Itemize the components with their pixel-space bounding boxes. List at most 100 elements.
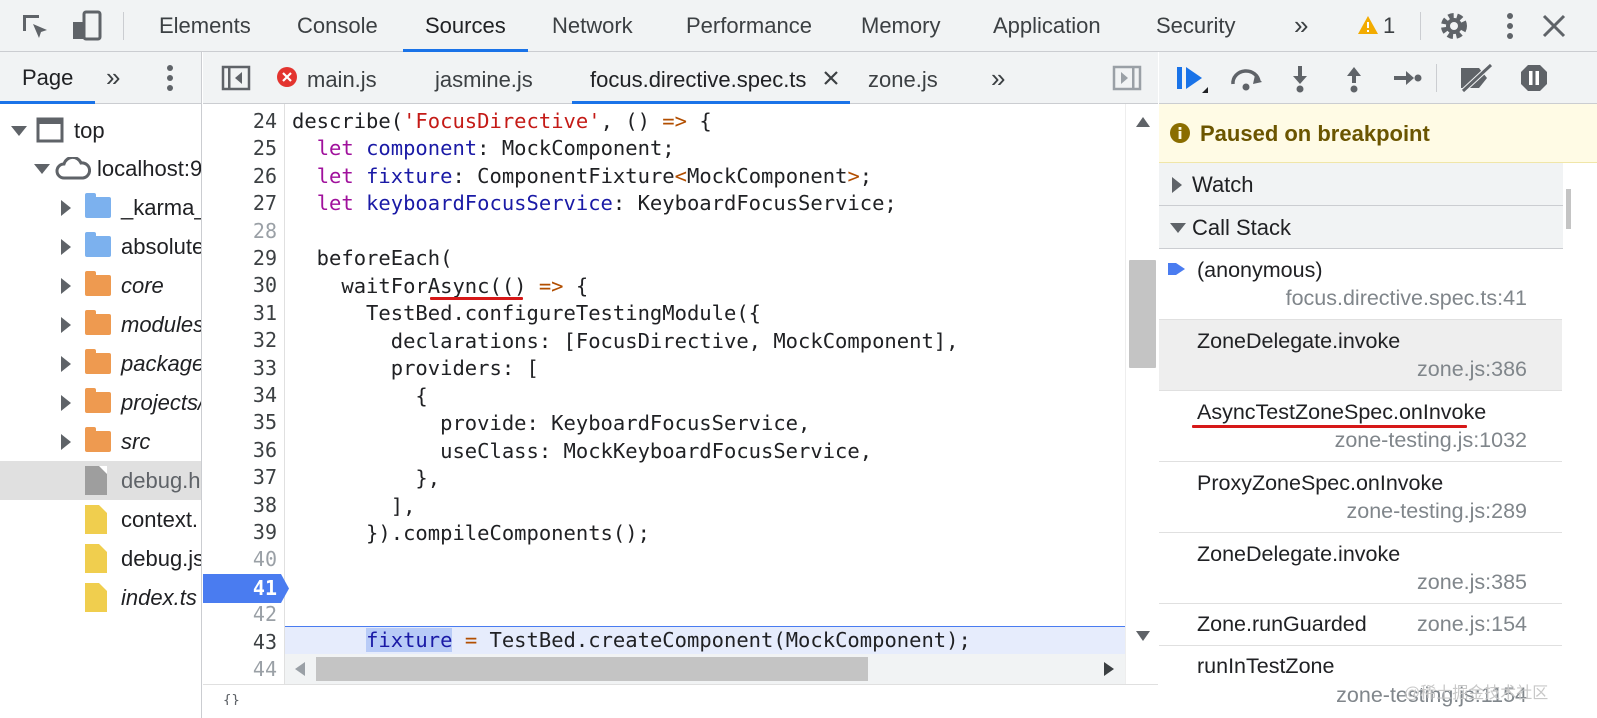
file-tab-zone-js[interactable]: zone.js [868,52,938,104]
call-frame[interactable]: ZoneDelegate.invoke zone.js:385 [1159,533,1562,604]
tree-item-file[interactable]: debug.js [0,539,201,578]
step-icon[interactable] [1392,68,1422,88]
vertical-scroll-thumb[interactable] [1129,260,1156,368]
call-frame[interactable]: ProxyZoneSpec.onInvoke zone-testing.js:2… [1159,462,1562,533]
tab-performance[interactable]: Performance [686,0,812,52]
tab-page[interactable]: Page [0,52,96,104]
line-number[interactable]: 33 [203,355,277,382]
debugger-scrollbar[interactable] [1563,163,1597,718]
tree-item-folder[interactable]: modules [0,305,201,344]
tree-item-folder[interactable]: core [0,266,201,305]
line-number[interactable]: 44 [203,656,277,683]
tab-memory[interactable]: Memory [861,0,940,52]
debugger-scroll-thumb[interactable] [1566,189,1571,229]
tree-item-file[interactable]: index.ts [0,578,201,617]
navigator-more-button[interactable]: » [106,52,120,104]
line-number[interactable]: 34 [203,382,277,409]
line-number[interactable]: 25 [203,135,277,162]
line-number[interactable]: 39 [203,519,277,546]
tree-item-folder[interactable]: projects/ [0,383,201,422]
tab-network[interactable]: Network [552,0,633,52]
collapsed-triangle-icon[interactable] [61,356,71,372]
toggle-navigator-icon[interactable] [221,65,251,91]
line-number[interactable]: 32 [203,327,277,354]
scroll-down-icon[interactable] [1135,630,1151,642]
call-frame[interactable]: Zone.runGuarded zone.js:154 [1159,604,1562,646]
line-number[interactable]: 27 [203,190,277,217]
pause-on-exceptions-icon[interactable] [1519,63,1549,93]
call-frame[interactable]: AsyncTestZoneSpec.onInvoke zone-testing.… [1159,391,1562,462]
horizontal-scroll-thumb[interactable] [316,657,868,681]
tree-item-file-selected[interactable]: debug.h [0,461,201,500]
step-over-icon[interactable] [1228,66,1264,92]
tab-application[interactable]: Application [993,0,1101,52]
scroll-right-icon[interactable] [1103,661,1115,677]
line-number[interactable]: 26 [203,163,277,190]
expanded-triangle-icon[interactable] [34,164,50,174]
collapsed-triangle-icon[interactable] [61,434,71,450]
close-tab-icon[interactable] [823,70,839,86]
toggle-debugger-icon[interactable] [1112,65,1142,91]
scroll-left-icon[interactable] [294,661,306,677]
line-number[interactable]: 37 [203,464,277,491]
watch-section-header[interactable]: Watch [1159,163,1597,206]
call-frame[interactable]: ZoneDelegate.invoke zone.js:386 [1159,320,1562,391]
code-area[interactable]: describe('FocusDirective', () => { let c… [285,104,1125,684]
line-number[interactable]: 38 [203,492,277,519]
inspect-element-icon[interactable] [20,12,50,42]
resume-icon[interactable] [1175,64,1211,98]
navigator-menu-icon[interactable] [160,62,180,94]
collapsed-triangle-icon[interactable] [61,278,71,294]
line-number[interactable]: 24 [203,108,277,135]
vertical-scrollbar[interactable] [1125,104,1158,684]
line-number[interactable]: 36 [203,437,277,464]
collapsed-triangle-icon[interactable] [1172,177,1182,193]
call-frame-current[interactable]: (anonymous) focus.directive.spec.ts:41 [1159,249,1562,320]
expanded-triangle-icon[interactable] [1170,223,1186,233]
tab-security[interactable]: Security [1156,0,1235,52]
scroll-up-icon[interactable] [1135,116,1151,128]
line-number[interactable]: 40 [203,546,277,573]
tree-item-label: _karma_ [121,195,202,220]
tree-item-folder[interactable]: src [0,422,201,461]
pretty-print-icon[interactable]: {} [223,693,247,705]
collapsed-triangle-icon[interactable] [61,395,71,411]
warning-count[interactable]: 1 [1383,0,1395,52]
file-tab-main-js[interactable]: main.js [307,52,377,104]
collapsed-triangle-icon[interactable] [61,200,71,216]
tab-sources[interactable]: Sources [403,0,528,52]
gear-icon[interactable] [1438,10,1470,42]
tab-console[interactable]: Console [297,0,378,52]
tree-item-file[interactable]: context. [0,500,201,539]
expanded-triangle-icon[interactable] [11,126,27,136]
tree-item-folder[interactable]: _karma_ [0,188,202,227]
horizontal-scrollbar[interactable] [285,654,1125,684]
line-number[interactable]: 42 [203,601,277,628]
line-number[interactable]: 28 [203,218,277,245]
kebab-menu-icon[interactable] [1500,10,1520,42]
warning-icon[interactable] [1357,15,1379,35]
tab-elements[interactable]: Elements [159,0,251,52]
line-number[interactable]: 43 [203,629,277,656]
line-number[interactable]: 30 [203,272,277,299]
more-panels-button[interactable]: » [1294,0,1308,52]
debugger-toolbar [1159,52,1597,104]
line-number[interactable]: 31 [203,300,277,327]
step-into-icon[interactable] [1290,64,1310,94]
step-out-icon[interactable] [1344,64,1364,94]
file-tab-focus-directive-spec[interactable]: focus.directive.spec.ts [590,52,806,104]
more-tabs-button[interactable]: » [991,52,1005,104]
close-icon[interactable] [1540,12,1568,40]
line-number[interactable]: 29 [203,245,277,272]
device-toolbar-icon[interactable] [70,10,104,42]
tree-item-top[interactable]: top [0,111,201,150]
tree-item-origin[interactable]: localhost:9 [0,149,201,188]
deactivate-breakpoints-icon[interactable] [1457,63,1495,93]
collapsed-triangle-icon[interactable] [61,239,71,255]
file-tab-jasmine-js[interactable]: jasmine.js [435,52,533,104]
line-number[interactable]: 35 [203,409,277,436]
tree-item-folder[interactable]: absolute [0,227,201,266]
tree-item-folder[interactable]: package [0,344,201,383]
callstack-section-header[interactable]: Call Stack [1159,206,1597,249]
collapsed-triangle-icon[interactable] [61,317,71,333]
